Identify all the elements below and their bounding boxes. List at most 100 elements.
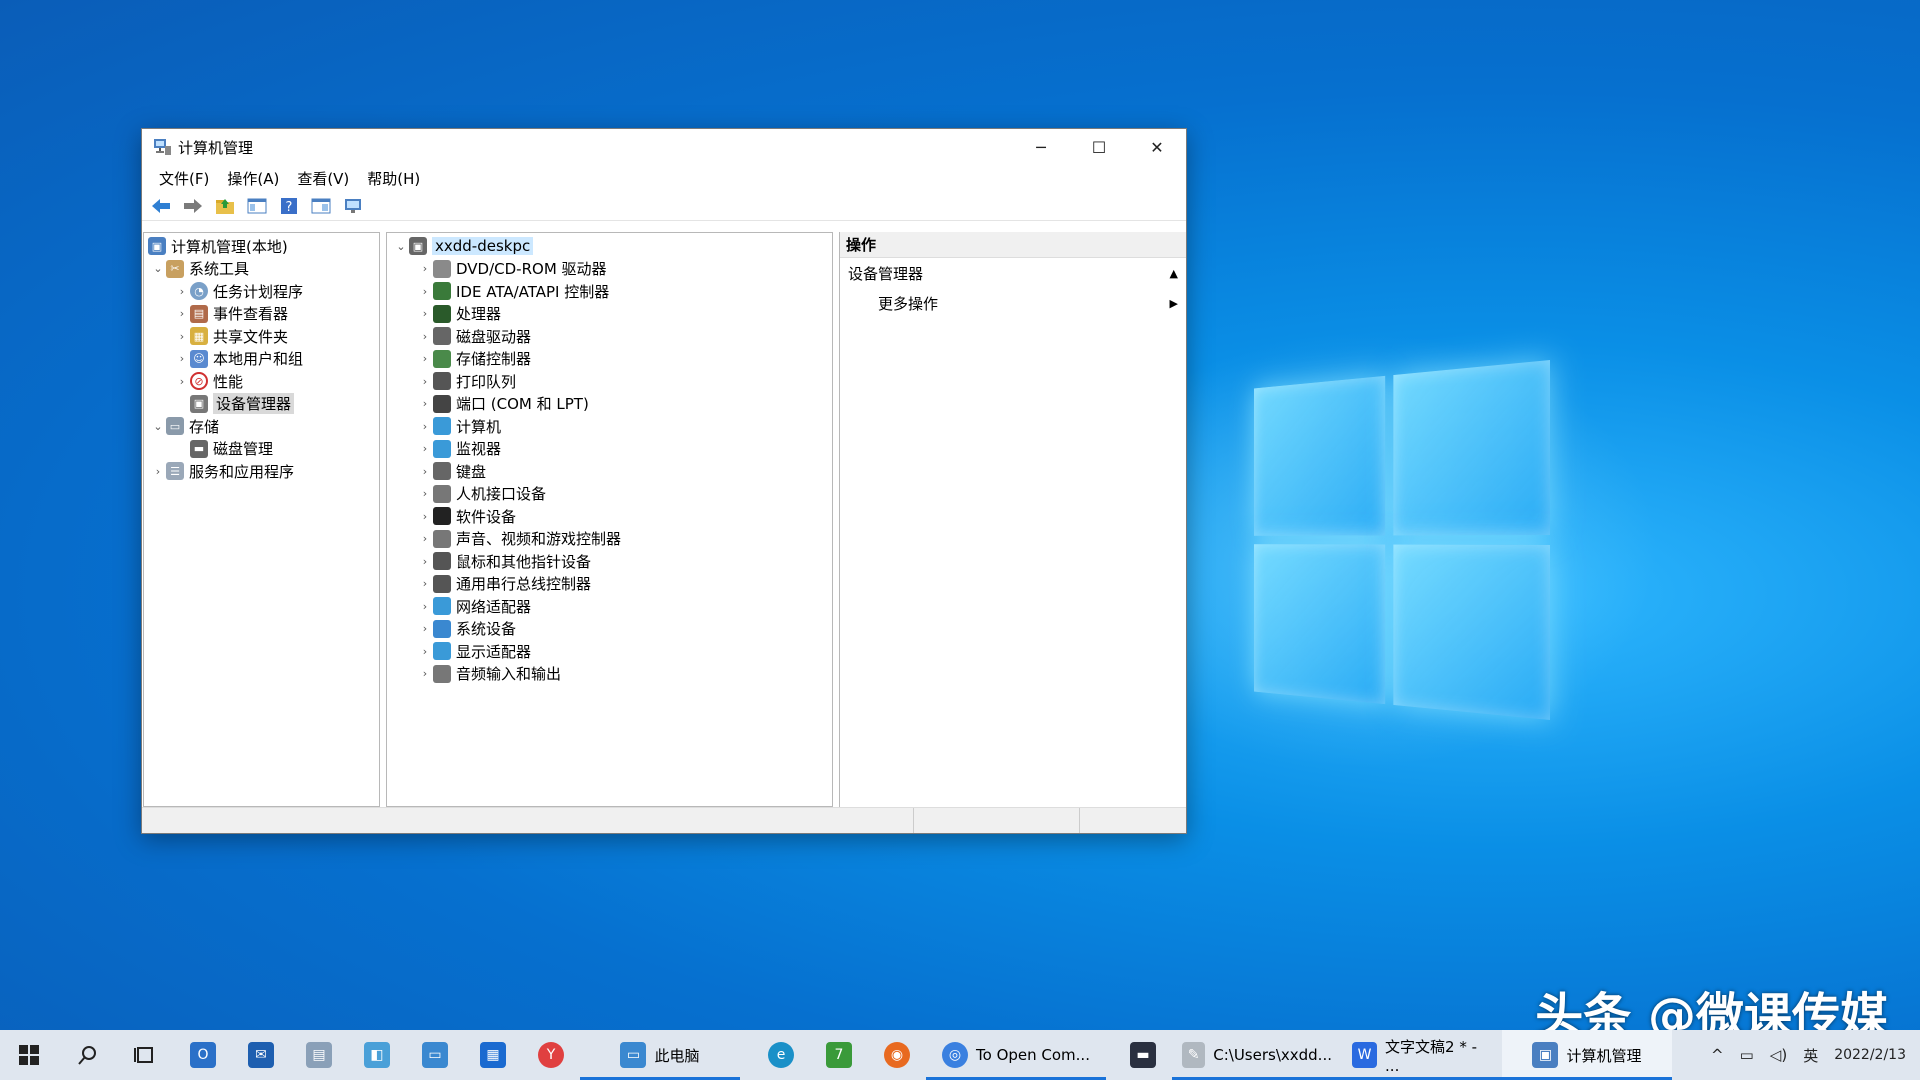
properties-icon[interactable] (308, 194, 334, 218)
pc-settings-icon[interactable]: ▭ (406, 1030, 464, 1080)
chevron-right-icon[interactable]: › (174, 330, 190, 343)
notepad-app-icon[interactable]: ▤ (290, 1030, 348, 1080)
device-category[interactable]: › DVD/CD-ROM 驱动器 (387, 258, 832, 281)
chevron-right-icon[interactable]: › (417, 465, 433, 478)
taskbar-notepad[interactable]: ✎ C:\Users\xxdd... (1172, 1030, 1342, 1080)
chevron-down-icon[interactable]: ⌄ (393, 240, 409, 253)
search-icon[interactable] (58, 1030, 116, 1080)
chevron-right-icon[interactable]: › (174, 307, 190, 320)
tree-item-disk-management[interactable]: ▬ 磁盘管理 (144, 438, 379, 461)
chevron-right-icon[interactable]: › (417, 375, 433, 388)
tree-item-event-viewer[interactable]: › ▤ 事件查看器 (144, 303, 379, 326)
tree-item-local-users[interactable]: › ☺ 本地用户和组 (144, 348, 379, 371)
device-category[interactable]: › 监视器 (387, 438, 832, 461)
monitor-icon[interactable] (340, 194, 366, 218)
show-hidden-icons-icon[interactable]: ^ (1703, 1046, 1732, 1064)
chevron-right-icon[interactable]: › (417, 667, 433, 680)
collapse-up-icon[interactable]: ▲ (1170, 267, 1178, 280)
ime-indicator[interactable]: 英 (1795, 1045, 1826, 1066)
firefox-icon[interactable]: ◉ (868, 1030, 926, 1080)
device-category[interactable]: › 打印队列 (387, 370, 832, 393)
tree-item-services[interactable]: › ☰ 服务和应用程序 (144, 460, 379, 483)
chevron-right-icon[interactable]: › (417, 352, 433, 365)
tree-item-device-manager[interactable]: ▣ 设备管理器 (144, 393, 379, 416)
chevron-right-icon[interactable]: › (174, 285, 190, 298)
device-category[interactable]: › 端口 (COM 和 LPT) (387, 393, 832, 416)
chevron-right-icon[interactable]: › (417, 532, 433, 545)
minimize-button[interactable]: ─ (1012, 129, 1070, 165)
device-tree-root[interactable]: ⌄ ▣ xxdd-deskpc (387, 235, 832, 258)
task-view-icon[interactable] (116, 1030, 174, 1080)
tree-item-task-scheduler[interactable]: › ◔ 任务计划程序 (144, 280, 379, 303)
forward-icon[interactable] (180, 194, 206, 218)
device-category[interactable]: › IDE ATA/ATAPI 控制器 (387, 280, 832, 303)
chevron-right-icon[interactable]: › (417, 307, 433, 320)
device-category[interactable]: › 网络适配器 (387, 595, 832, 618)
chevron-right-icon[interactable]: › (417, 262, 433, 275)
chevron-right-icon[interactable]: › (417, 420, 433, 433)
device-category[interactable]: › 磁盘驱动器 (387, 325, 832, 348)
menu-action[interactable]: 操作(A) (218, 168, 288, 189)
terminal-icon[interactable]: ▬ (1114, 1030, 1172, 1080)
device-category[interactable]: › 显示适配器 (387, 640, 832, 663)
chevron-right-icon[interactable]: › (417, 600, 433, 613)
chevron-down-icon[interactable]: ⌄ (150, 262, 166, 275)
device-category[interactable]: › 存储控制器 (387, 348, 832, 371)
clock-date[interactable]: 2022/2/13 (1826, 1047, 1920, 1063)
chevron-right-icon[interactable]: › (174, 375, 190, 388)
volume-icon[interactable]: ◁) (1762, 1046, 1795, 1064)
tree-item-root[interactable]: ▣ 计算机管理(本地) (144, 235, 379, 258)
device-category[interactable]: › 处理器 (387, 303, 832, 326)
start-button[interactable] (0, 1030, 58, 1080)
chevron-right-icon[interactable]: › (150, 465, 166, 478)
maximize-button[interactable]: ☐ (1070, 129, 1128, 165)
menu-view[interactable]: 查看(V) (288, 168, 358, 189)
tree-item-performance[interactable]: › ⊘ 性能 (144, 370, 379, 393)
up-folder-icon[interactable] (212, 194, 238, 218)
device-category[interactable]: › 鼠标和其他指针设备 (387, 550, 832, 573)
7zip-icon[interactable]: 7 (810, 1030, 868, 1080)
chevron-right-icon[interactable]: › (417, 442, 433, 455)
close-button[interactable]: ✕ (1128, 129, 1186, 165)
chevron-right-icon[interactable]: › (417, 397, 433, 410)
edge-icon[interactable]: e (752, 1030, 810, 1080)
help-icon[interactable]: ? (276, 194, 302, 218)
device-category[interactable]: › 计算机 (387, 415, 832, 438)
taskbar-chrome[interactable]: ◎ To Open Com... (926, 1030, 1106, 1080)
menu-file[interactable]: 文件(F) (150, 168, 218, 189)
mail-icon[interactable]: ✉ (232, 1030, 290, 1080)
chevron-right-icon[interactable]: › (417, 285, 433, 298)
taskbar-computer-management[interactable]: ▣ 计算机管理 (1502, 1030, 1672, 1080)
taskbar-wps[interactable]: W 文字文稿2 * - ... (1342, 1030, 1502, 1080)
tree-item-shared-folders[interactable]: › ▦ 共享文件夹 (144, 325, 379, 348)
device-category[interactable]: › 软件设备 (387, 505, 832, 528)
device-category[interactable]: › 键盘 (387, 460, 832, 483)
chevron-right-icon[interactable]: › (174, 352, 190, 365)
taskbar-this-pc[interactable]: ▭ 此电脑 (580, 1030, 740, 1080)
chevron-down-icon[interactable]: ⌄ (150, 420, 166, 433)
yandex-icon[interactable]: Y (522, 1030, 580, 1080)
device-category[interactable]: › 音频输入和输出 (387, 663, 832, 686)
more-actions-item[interactable]: 更多操作 ▶ (840, 288, 1186, 318)
device-category[interactable]: › 声音、视频和游戏控制器 (387, 528, 832, 551)
network-icon[interactable]: ▭ (1732, 1046, 1762, 1064)
chevron-right-icon[interactable]: › (417, 330, 433, 343)
outlook-icon[interactable]: O (174, 1030, 232, 1080)
chevron-right-icon[interactable]: › (417, 555, 433, 568)
title-bar[interactable]: 计算机管理 ─ ☐ ✕ (142, 129, 1186, 165)
tree-item-storage[interactable]: ⌄ ▭ 存储 (144, 415, 379, 438)
chevron-right-icon[interactable]: › (417, 622, 433, 635)
chevron-right-icon[interactable]: › (417, 510, 433, 523)
show-hide-tree-icon[interactable] (244, 194, 270, 218)
back-icon[interactable] (148, 194, 174, 218)
chevron-right-icon[interactable]: › (417, 577, 433, 590)
tree-item-system-tools[interactable]: ⌄ ✂ 系统工具 (144, 258, 379, 281)
device-category[interactable]: › 系统设备 (387, 618, 832, 641)
tablet-app-icon[interactable]: ◧ (348, 1030, 406, 1080)
chevron-right-icon[interactable]: › (417, 645, 433, 658)
actions-section-device-manager[interactable]: 设备管理器 ▲ (840, 258, 1186, 288)
store-icon[interactable]: ▦ (464, 1030, 522, 1080)
menu-help[interactable]: 帮助(H) (358, 168, 429, 189)
device-category[interactable]: › 人机接口设备 (387, 483, 832, 506)
device-category[interactable]: › 通用串行总线控制器 (387, 573, 832, 596)
